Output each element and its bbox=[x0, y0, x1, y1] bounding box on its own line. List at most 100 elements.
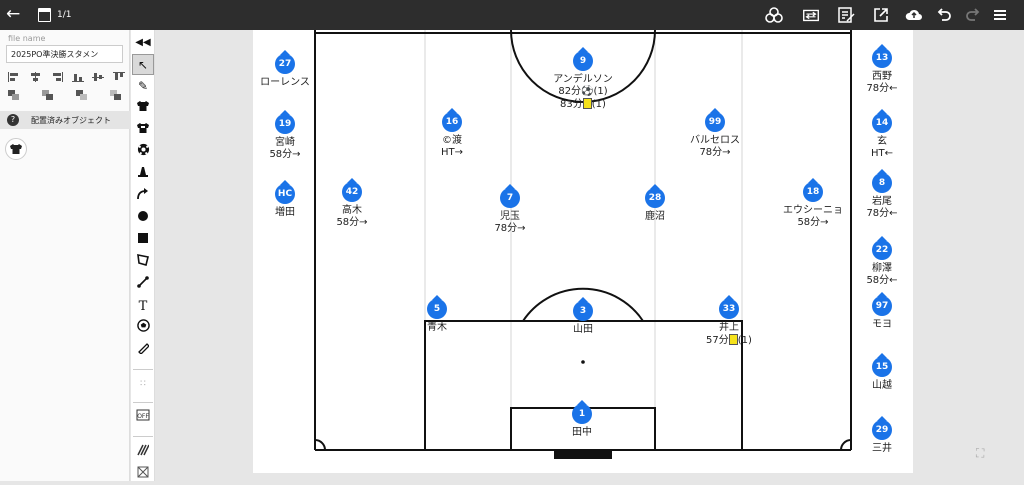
player-event-text: 58分→ bbox=[269, 149, 301, 160]
curve-arrow-icon[interactable] bbox=[132, 186, 154, 207]
square-icon[interactable] bbox=[132, 230, 154, 251]
player-marker[interactable]: 5 青木 bbox=[377, 295, 497, 334]
calendar-icon[interactable] bbox=[38, 8, 51, 22]
player-event-text: 78分→ bbox=[494, 223, 526, 234]
player-name: 鹿沼 bbox=[645, 211, 665, 222]
player-marker[interactable]: 22 柳澤 58分← bbox=[822, 236, 942, 287]
player-marker[interactable]: 97 モヨ bbox=[822, 292, 942, 331]
player-marker[interactable]: 3 山田 bbox=[523, 297, 643, 336]
collapse-icon[interactable]: ◀◀ bbox=[132, 32, 154, 53]
circles-icon[interactable] bbox=[764, 5, 784, 25]
bring-forward-icon[interactable] bbox=[42, 90, 54, 100]
player-name: 山越 bbox=[872, 380, 892, 391]
player-marker[interactable]: 7 児玉 78分→ bbox=[450, 184, 570, 235]
player-number-badge: HC bbox=[275, 184, 295, 204]
player-name: 岩尾 bbox=[872, 196, 892, 207]
player-number-badge: 29 bbox=[872, 420, 892, 440]
share-icon[interactable] bbox=[871, 5, 891, 25]
pattern-icon[interactable] bbox=[132, 442, 154, 463]
player-name: 青木 bbox=[427, 322, 447, 333]
align-center-icon[interactable] bbox=[30, 72, 42, 82]
polygon-icon[interactable] bbox=[132, 252, 154, 273]
align-right-icon[interactable] bbox=[52, 72, 64, 82]
player-number-badge: 1 bbox=[572, 404, 592, 424]
player-marker[interactable]: 9 アンデルソン 82分⚽(1) 83分 (1) bbox=[523, 47, 643, 111]
player-marker[interactable]: 14 玄 HT← bbox=[822, 109, 942, 160]
player-marker[interactable]: 8 岩尾 78分← bbox=[822, 169, 942, 220]
cone-icon[interactable] bbox=[132, 164, 154, 185]
shirt-icon[interactable] bbox=[5, 138, 27, 160]
align-middle-icon[interactable] bbox=[92, 72, 104, 82]
formation-icon[interactable]: ∷ bbox=[132, 374, 154, 395]
edit-note-icon[interactable] bbox=[836, 5, 856, 25]
player-name: ローレンス bbox=[260, 77, 310, 88]
yellow-card-icon bbox=[582, 98, 592, 109]
player-marker[interactable]: 13 西野 78分← bbox=[822, 44, 942, 95]
player-number-badge: 5 bbox=[427, 299, 447, 319]
circle-icon[interactable] bbox=[132, 208, 154, 229]
bring-front-icon[interactable] bbox=[8, 90, 20, 100]
player-number-badge: 7 bbox=[500, 188, 520, 208]
player-name: 西野 bbox=[872, 71, 892, 82]
player-marker[interactable]: 99 バルセロス 78分→ bbox=[655, 108, 775, 159]
player-marker[interactable]: 16 ©渡 HT→ bbox=[392, 108, 512, 159]
player-name: アンデルソン bbox=[553, 74, 613, 85]
line-icon[interactable] bbox=[132, 274, 154, 295]
player-marker[interactable]: 27 ローレンス bbox=[225, 50, 345, 89]
offside-icon[interactable]: OFF bbox=[132, 408, 154, 429]
arrow-left-icon[interactable]: ← bbox=[6, 4, 20, 24]
help-icon[interactable]: ? bbox=[7, 114, 19, 126]
ball-icon[interactable] bbox=[132, 142, 154, 163]
player-number-badge: 27 bbox=[275, 54, 295, 74]
align-top-icon[interactable] bbox=[72, 72, 84, 82]
player-number-badge: 18 bbox=[803, 182, 823, 202]
pen-icon[interactable]: ✎ bbox=[132, 76, 154, 97]
player-number-badge: 97 bbox=[872, 296, 892, 316]
player-number-badge: 15 bbox=[872, 357, 892, 377]
player-event-text: 83分 bbox=[560, 99, 583, 110]
placed-objects-header[interactable]: ? 配置済みオブジェクト bbox=[0, 111, 130, 129]
fit-screen-icon[interactable]: ⛶ bbox=[976, 446, 990, 460]
align-left-icon[interactable] bbox=[8, 72, 20, 82]
text-icon[interactable]: T bbox=[132, 296, 154, 317]
player-marker[interactable]: 33 井上 57分 (1) bbox=[669, 295, 789, 347]
redo-icon[interactable] bbox=[963, 5, 983, 25]
shirt-icon[interactable] bbox=[132, 120, 154, 141]
player-event-text: 82分⚽(1) bbox=[558, 86, 608, 97]
page-counter: 1/1 bbox=[57, 10, 72, 20]
player-marker[interactable]: 19 宮崎 58分→ bbox=[225, 110, 345, 161]
player-marker[interactable]: 15 山越 bbox=[822, 353, 942, 392]
player-name: 宮崎 bbox=[275, 137, 295, 148]
player-number-badge: 22 bbox=[872, 240, 892, 260]
player-number-badge: 16 bbox=[442, 112, 462, 132]
undo-icon[interactable] bbox=[934, 5, 954, 25]
menu-icon[interactable] bbox=[990, 5, 1010, 25]
ruler-icon[interactable] bbox=[132, 340, 154, 361]
player-number-badge: 42 bbox=[342, 182, 362, 202]
player-event-text: 57分 bbox=[706, 335, 729, 346]
player-name: 三井 bbox=[872, 443, 892, 454]
file-name-input[interactable] bbox=[6, 45, 123, 63]
align-bottom-icon[interactable] bbox=[113, 72, 125, 82]
player-event-count: (1) bbox=[591, 99, 606, 110]
player-marker[interactable]: 28 鹿沼 bbox=[595, 184, 715, 223]
player-name: モヨ bbox=[872, 319, 892, 330]
player-marker[interactable]: 1 田中 bbox=[522, 400, 642, 439]
grid-icon[interactable] bbox=[132, 464, 154, 485]
ball-alt-icon[interactable] bbox=[132, 318, 154, 339]
player-event-text: HT← bbox=[870, 148, 893, 159]
cursor-icon[interactable]: ↖ bbox=[132, 54, 154, 75]
player-name: 山田 bbox=[573, 324, 593, 335]
shirt-dark-icon[interactable] bbox=[132, 98, 154, 119]
cloud-upload-icon[interactable] bbox=[904, 5, 924, 25]
player-marker[interactable]: 29 三井 bbox=[822, 416, 942, 455]
player-marker[interactable]: HC 増田 bbox=[225, 180, 345, 219]
player-number-badge: 19 bbox=[275, 114, 295, 134]
player-number-badge: 28 bbox=[645, 188, 665, 208]
player-number-badge: 13 bbox=[872, 48, 892, 68]
send-back-icon[interactable] bbox=[110, 90, 122, 100]
send-backward-icon[interactable] bbox=[76, 90, 88, 100]
swap-players-icon[interactable] bbox=[801, 5, 821, 25]
placed-objects-label: 配置済みオブジェクト bbox=[31, 116, 111, 125]
tool-strip: ◀◀ ↖ ✎ T ∷ OFF bbox=[131, 30, 155, 481]
